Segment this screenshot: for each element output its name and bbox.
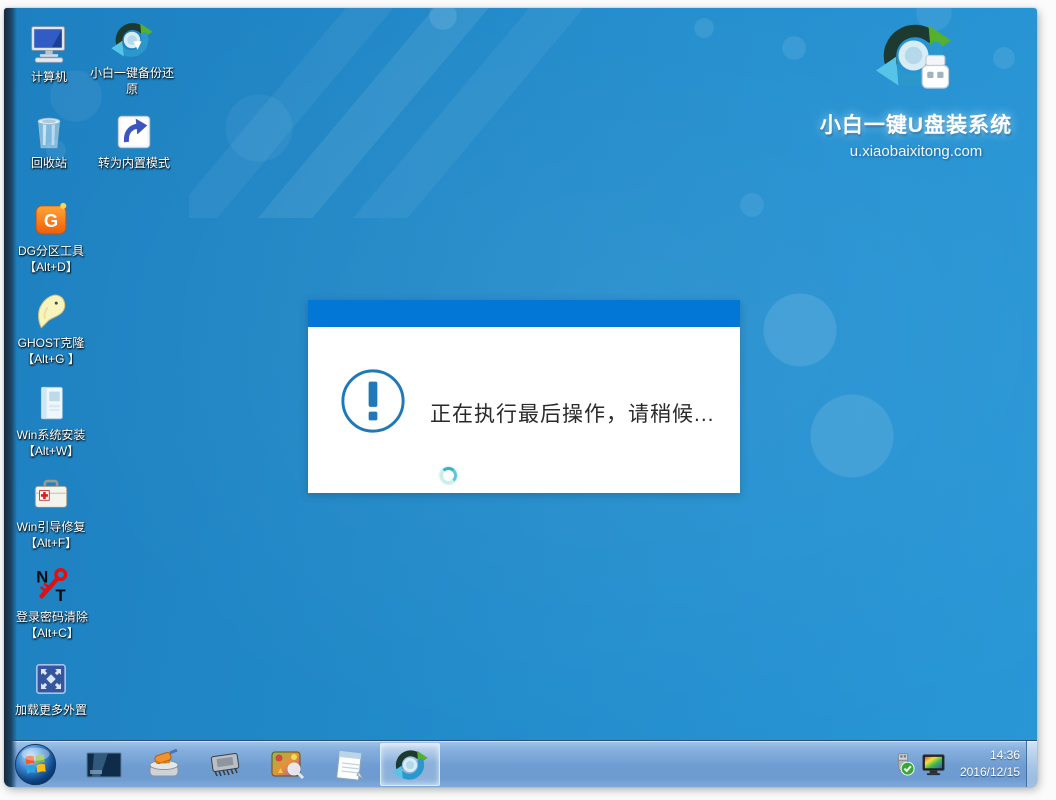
exclamation-icon	[339, 367, 407, 440]
progress-dialog: 正在执行最后操作，请稍候...	[308, 300, 740, 493]
desktop-icon-label: 登录密码清除【Alt+C】	[4, 609, 100, 641]
diskgenius-icon: G	[6, 194, 96, 240]
taskbar-button-xiaobai-app[interactable]	[380, 743, 440, 786]
first-aid-kit-icon	[6, 470, 96, 516]
desktop-icon-ghost-clone[interactable]: GHOST克隆【Alt+G 】	[6, 286, 96, 367]
dialog-titlebar[interactable]	[308, 300, 740, 327]
usb-tray-icon[interactable]	[891, 752, 915, 776]
xiaobai-app-icon	[391, 746, 429, 784]
taskbar: 14:36 2016/12/15	[4, 740, 1037, 787]
brand-title: 小白一键U盘装系统	[796, 109, 1036, 139]
desktop-icon-label: Win引导修复【Alt+F】	[6, 519, 96, 551]
shortcut-arrow-icon	[90, 106, 178, 152]
show-desktop-button[interactable]	[1026, 741, 1037, 788]
ghost-icon	[6, 286, 96, 332]
image-viewer-icon	[270, 749, 306, 781]
taskbar-clock[interactable]: 14:36 2016/12/15	[960, 747, 1020, 782]
desktop-icon-dg-partition[interactable]: G DG分区工具【Alt+D】	[6, 194, 96, 275]
desktop-icon-recycle-bin[interactable]: 回收站	[14, 106, 84, 171]
desktop-icon-win-install[interactable]: Win系统安装【Alt+W】	[6, 378, 96, 459]
clock-date: 2016/12/15	[960, 764, 1020, 781]
recycle-bin-icon	[14, 106, 84, 152]
usb-drive-glyph	[922, 56, 948, 89]
taskbar-button-image-tool[interactable]	[268, 747, 308, 783]
nt-key-icon: N T	[4, 560, 100, 606]
dialog-body: 正在执行最后操作，请稍候...	[308, 327, 740, 493]
desktop-icon-internal-mode[interactable]: 转为内置模式	[90, 106, 178, 171]
desktop-icon-win-boot-repair[interactable]: Win引导修复【Alt+F】	[6, 470, 96, 551]
taskbar-button-screenshot-tool[interactable]	[84, 747, 124, 783]
desktop-icon-load-more[interactable]: 加载更多外置	[6, 653, 96, 718]
memory-chip-icon	[208, 750, 244, 780]
desktop-icon-password-clear[interactable]: N T 登录密码清除【Alt+C】	[4, 560, 100, 641]
clock-time: 14:36	[960, 747, 1020, 764]
brand-url: u.xiaobaixitong.com	[796, 143, 1036, 160]
notepad-icon	[333, 749, 367, 781]
desktop: 计算机 小白一键备份还原 回收站	[4, 8, 1037, 787]
svg-text:T: T	[56, 586, 66, 605]
taskbar-button-notepad[interactable]	[330, 747, 370, 783]
desktop-icon-label: 小白一键备份还原	[90, 65, 174, 97]
taskbar-button-memory-tool[interactable]	[206, 747, 246, 783]
software-box-icon	[6, 378, 96, 424]
desktop-icon-label: GHOST克隆【Alt+G 】	[6, 335, 96, 367]
desktop-icon-computer[interactable]: 计算机	[14, 20, 84, 85]
expand-arrows-icon	[6, 653, 96, 699]
desktop-icon-label: 转为内置模式	[90, 155, 178, 171]
loading-spinner	[440, 467, 457, 484]
display-tray-icon[interactable]	[921, 752, 946, 777]
wallpaper-streaks	[189, 8, 659, 218]
svg-text:N: N	[36, 567, 48, 586]
desktop-icon-label: DG分区工具【Alt+D】	[6, 243, 96, 275]
desktop-icon-label: 回收站	[14, 155, 84, 171]
disk-cleanup-icon	[146, 749, 182, 781]
desktop-icon-label: Win系统安装【Alt+W】	[6, 427, 96, 459]
brand-logo: 小白一键U盘装系统 u.xiaobaixitong.com	[796, 18, 1036, 160]
start-button[interactable]	[13, 742, 58, 787]
system-tray: 14:36 2016/12/15	[891, 741, 1037, 787]
dialog-message: 正在执行最后操作，请稍候...	[430, 398, 715, 428]
desktop-icon-xiaobai-backup[interactable]: 小白一键备份还原	[90, 16, 174, 97]
xiaobai-logo-icon	[796, 18, 1036, 103]
screenshot-tool-icon	[86, 751, 122, 779]
desktop-icon-label: 计算机	[14, 69, 84, 85]
computer-icon	[14, 20, 84, 66]
taskbar-button-disk-cleanup[interactable]	[144, 747, 184, 783]
desktop-icon-label: 加载更多外置	[6, 702, 96, 718]
svg-text:G: G	[44, 210, 58, 231]
xiaobai-backup-icon	[90, 16, 174, 62]
